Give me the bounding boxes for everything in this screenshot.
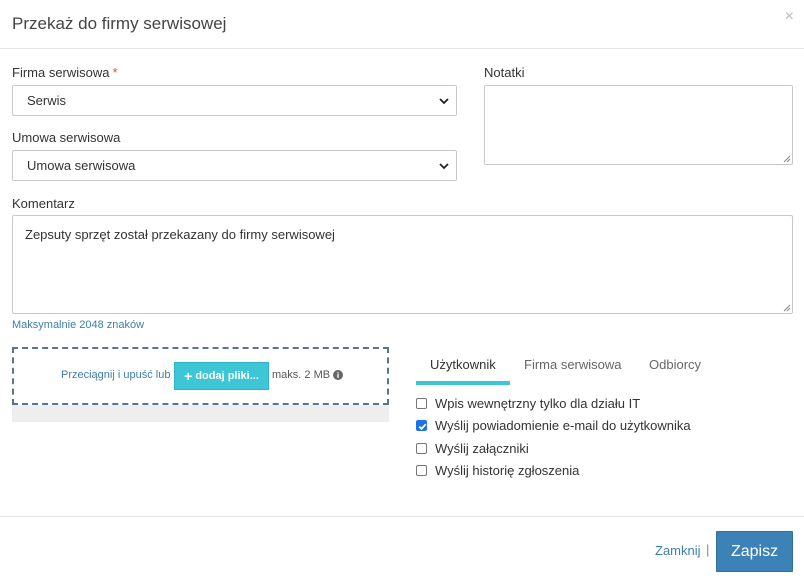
resize-grip-icon[interactable] xyxy=(781,302,791,312)
service-contract-select[interactable]: Umowa serwisowa xyxy=(12,150,457,181)
comment-label: Komentarz xyxy=(12,196,75,211)
plus-icon: + xyxy=(184,368,193,384)
chevron-down-icon xyxy=(439,98,449,105)
checkbox-send-attachments[interactable]: Wyślij załączniki xyxy=(416,441,529,456)
service-contract-label: Umowa serwisowa xyxy=(12,130,121,145)
checkbox-label: Wyślij powiadomienie e-mail do użytkowni… xyxy=(435,418,691,433)
comment-value: Zepsuty sprzęt został przekazany do firm… xyxy=(25,227,335,242)
checkbox-box[interactable] xyxy=(416,443,427,454)
close-icon[interactable]: × xyxy=(785,9,794,25)
service-contract-value: Umowa serwisowa xyxy=(27,158,136,173)
info-icon[interactable] xyxy=(333,370,344,380)
checkbox-internal-entry[interactable]: Wpis wewnętrzny tylko dla działu IT xyxy=(416,396,640,411)
close-link[interactable]: Zamknij xyxy=(655,543,701,558)
tab-service-company[interactable]: Firma serwisowa xyxy=(524,357,622,372)
chevron-down-icon xyxy=(439,163,449,170)
comment-hint: Maksymalnie 2048 znaków xyxy=(12,319,145,331)
notes-textarea[interactable] xyxy=(484,85,793,165)
footer-divider xyxy=(0,516,804,517)
notes-label: Notatki xyxy=(484,65,525,80)
max-size-info: maks. 2 MB xyxy=(272,369,344,381)
service-company-label: Firma serwisowa * xyxy=(12,65,118,80)
comment-textarea[interactable]: Zepsuty sprzęt został przekazany do firm… xyxy=(12,215,793,314)
checkbox-box[interactable] xyxy=(416,398,427,409)
checkmark-icon xyxy=(418,423,427,431)
tab-recipients[interactable]: Odbiorcy xyxy=(649,357,701,372)
file-dropzone[interactable]: Przeciągnij i upuść lub + dodaj pliki...… xyxy=(12,347,389,405)
checkbox-box[interactable] xyxy=(416,465,427,476)
required-mark: * xyxy=(112,65,118,80)
add-files-label: dodaj pliki... xyxy=(195,370,259,382)
tab-user[interactable]: Użytkownik xyxy=(430,357,496,372)
checkbox-box[interactable] xyxy=(416,420,427,431)
resize-grip-icon[interactable] xyxy=(781,153,791,163)
max-size-text: maks. 2 MB xyxy=(272,369,331,381)
service-company-value: Serwis xyxy=(27,93,67,108)
checkbox-label: Wyślij historię zgłoszenia xyxy=(435,463,580,478)
checkbox-label: Wpis wewnętrzny tylko dla działu IT xyxy=(435,396,641,411)
footer-separator: | xyxy=(706,542,710,557)
service-company-select[interactable]: Serwis xyxy=(12,85,457,116)
modal-header: Przekaż do firmy serwisowej × xyxy=(0,0,804,49)
save-button[interactable]: Zapisz xyxy=(716,531,793,572)
service-company-label-text: Firma serwisowa xyxy=(12,65,110,80)
drag-drop-text: Przeciągnij i upuść lub xyxy=(61,369,171,381)
active-tab-indicator xyxy=(416,381,510,385)
checkbox-label: Wyślij załączniki xyxy=(435,441,529,456)
modal-title: Przekaż do firmy serwisowej xyxy=(12,14,227,33)
add-files-button[interactable]: + dodaj pliki... xyxy=(174,362,269,390)
checkbox-email-notification[interactable]: Wyślij powiadomienie e-mail do użytkowni… xyxy=(416,418,691,433)
upload-area: Przeciągnij i upuść lub + dodaj pliki...… xyxy=(12,347,389,422)
checkbox-send-history[interactable]: Wyślij historię zgłoszenia xyxy=(416,463,579,478)
